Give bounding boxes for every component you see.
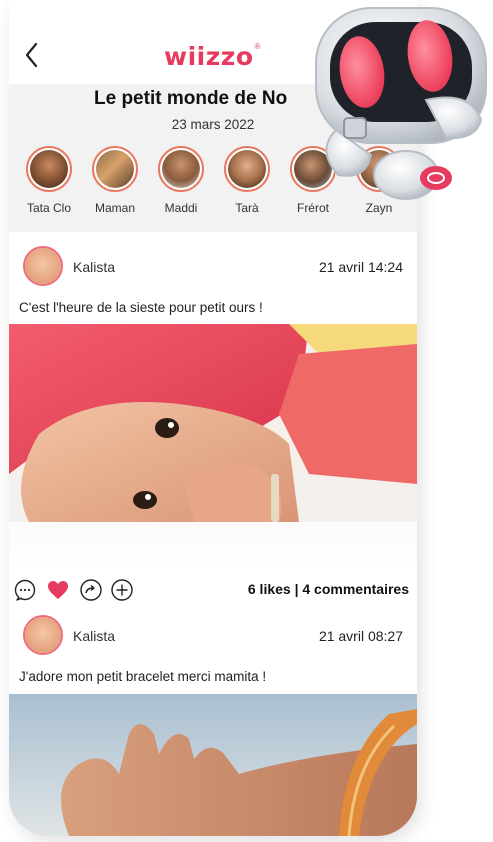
story-label: Tata Clo: [26, 201, 72, 215]
avatar[interactable]: [23, 615, 63, 655]
post-actions: 6 likes | 4 commentaires: [9, 575, 417, 605]
post-author[interactable]: Kalista: [73, 628, 115, 644]
comment-icon[interactable]: [13, 578, 37, 602]
avatar[interactable]: [23, 246, 63, 286]
avatar: [26, 146, 72, 192]
app-logo: wiizzo ®: [164, 40, 260, 72]
avatar: [158, 146, 204, 192]
back-button[interactable]: [19, 38, 45, 72]
story-maddi[interactable]: Maddi: [151, 146, 211, 215]
likes-comments-count[interactable]: 6 likes | 4 commentaires: [248, 581, 409, 597]
post-author[interactable]: Kalista: [73, 259, 115, 275]
post-text: J'adore mon petit bracelet merci mamita …: [19, 669, 267, 684]
share-icon[interactable]: [79, 578, 103, 602]
photo-padding: [9, 522, 417, 570]
post-timestamp: 21 avril 14:24: [318, 259, 403, 275]
post-photo[interactable]: [9, 694, 417, 836]
baby-hand-image: [9, 694, 417, 836]
avatar: [92, 146, 138, 192]
post-text: C'est l'heure de la sieste pour petit ou…: [19, 300, 263, 315]
story-maman[interactable]: Maman: [85, 146, 145, 215]
page-title: Le petit monde de No: [94, 88, 288, 109]
post-photo[interactable]: [9, 324, 417, 522]
post-header: Kalista 21 avril 08:27: [9, 615, 417, 661]
story-label: Maman: [94, 201, 135, 215]
story-tata-clo[interactable]: Tata Clo: [19, 146, 79, 215]
story-label: Maddi: [164, 201, 198, 215]
logo-registered-mark: ®: [254, 41, 261, 51]
heart-icon[interactable]: [46, 578, 70, 602]
story-tara[interactable]: Tarà: [217, 146, 277, 215]
logo-text: wiizzo: [164, 41, 254, 71]
story-label: Tarà: [235, 201, 259, 215]
avatar: [224, 146, 270, 192]
plus-icon[interactable]: [110, 578, 134, 602]
post-header: Kalista 21 avril 14:24: [9, 246, 417, 292]
post-timestamp: 21 avril 08:27: [318, 628, 403, 644]
baby-photo-image: [9, 324, 417, 522]
robot-mascot-image: [315, 7, 487, 200]
